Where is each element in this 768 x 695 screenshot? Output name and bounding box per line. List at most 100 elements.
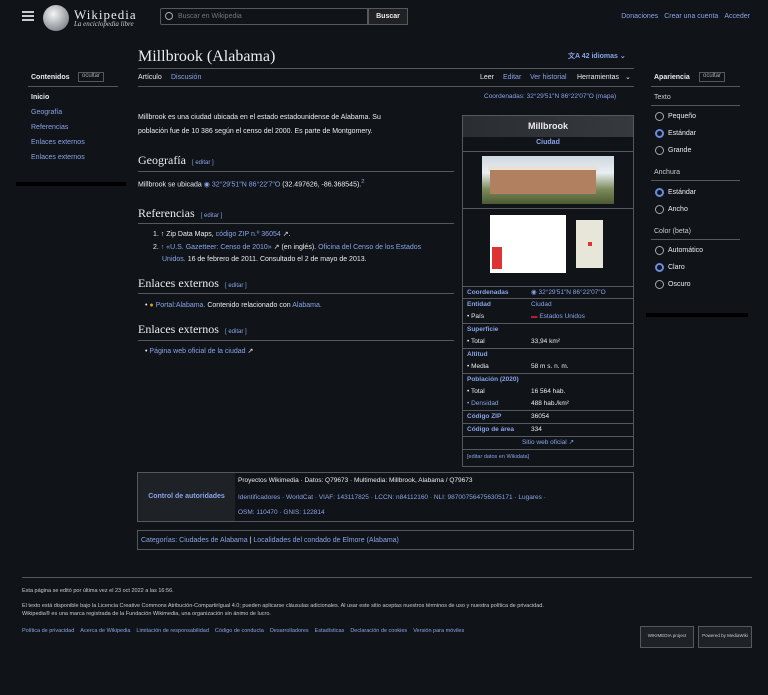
ib-label-total-area: • Total xyxy=(467,338,485,345)
ref-link[interactable]: Oficina del Censo de los Estados xyxy=(318,244,421,251)
geo-coords-link[interactable]: 32°29′51″N 86°22′7″O xyxy=(212,181,280,188)
toc-hide-button[interactable]: ocultar xyxy=(78,72,105,82)
official-site-link[interactable]: Página web oficial de la ciudad xyxy=(149,348,245,355)
toc-item-enlaces-1[interactable]: Enlaces externos xyxy=(31,138,85,147)
divider xyxy=(463,449,633,450)
search-placeholder: Buscar en Wikipedia xyxy=(178,13,242,20)
edit-link[interactable]: [ editar ] xyxy=(225,283,247,289)
tab-articulo[interactable]: Artículo xyxy=(138,73,162,82)
divider xyxy=(651,239,740,240)
geo-text: Millbrook se ubicada ◉ 32°29′51″N 86°22′… xyxy=(138,179,456,189)
tab-discusion[interactable]: Discusión xyxy=(171,73,201,82)
ib-label-entidad: Entidad xyxy=(467,301,491,308)
language-button[interactable]: 文A 42 idiomas ⌄ xyxy=(568,52,626,61)
divider xyxy=(138,293,454,294)
radio-large[interactable] xyxy=(655,146,664,155)
ref-link[interactable]: ↑ «U.S. Gazetteer: Censo de 2010» xyxy=(161,244,272,251)
coordinates-top[interactable]: Coordenadas: 32°29′51″N 86°22′07″O (mapa… xyxy=(484,93,616,101)
edit-link[interactable]: [ editar ] xyxy=(225,329,247,335)
ib-label-zip: Código ZIP xyxy=(467,413,502,420)
tab-editar[interactable]: Editar xyxy=(503,73,521,82)
ib-value-pop: 16 564 hab. xyxy=(531,388,566,395)
footer-link[interactable]: Declaración de cookies xyxy=(350,628,407,634)
divider xyxy=(138,171,454,172)
authority-row-2[interactable]: Identificadores · WorldCat · VIAF: 14311… xyxy=(238,494,546,502)
divider xyxy=(651,180,740,181)
wikipedia-globe-logo[interactable] xyxy=(43,5,69,31)
ib-coords-text: 32°29′51″N 86°22′07″O xyxy=(538,289,606,296)
footer-link[interactable]: Acerca de Wikipedia xyxy=(80,628,130,634)
toc-item-geografia[interactable]: Geografía xyxy=(31,108,62,117)
login-link[interactable]: Acceder xyxy=(724,13,750,20)
ib-value-entidad[interactable]: Ciudad xyxy=(531,301,552,309)
heading-enlaces-2: Enlaces externos [ editar ] xyxy=(138,322,247,338)
edit-link[interactable]: [ editar ] xyxy=(192,160,214,166)
heading-text: Enlaces externos xyxy=(138,322,219,336)
ib-website-link[interactable]: Sitio web oficial ↗ xyxy=(463,439,633,447)
footer-link[interactable]: Política de privacidad xyxy=(22,628,74,634)
chevron-down-icon[interactable]: ⌄ xyxy=(625,73,631,82)
donate-link[interactable]: Donaciones xyxy=(621,13,658,20)
footer-link[interactable]: Desarrolladores xyxy=(270,628,309,634)
logo-tagline: La enciclopedia libre xyxy=(74,20,134,28)
edit-label: editar xyxy=(203,213,219,219)
ref-link[interactable]: código ZIP n.º 36054 xyxy=(216,231,281,238)
ref-num: 2. xyxy=(153,244,159,251)
wikimedia-badge[interactable]: WIKIMEDIA project xyxy=(640,626,694,648)
radio-color-light[interactable] xyxy=(655,263,664,272)
divider xyxy=(463,410,633,411)
ref-text: (en inglés). xyxy=(281,244,317,251)
intro-line-1: Millbrook es una ciudad ubicada en el es… xyxy=(138,114,381,121)
tab-herramientas[interactable]: Herramientas xyxy=(577,73,619,82)
divider xyxy=(138,340,454,341)
footer-link[interactable]: Estadísticas xyxy=(315,628,345,634)
appearance-hide-button[interactable]: ocultar xyxy=(699,72,726,82)
tab-historial[interactable]: Ver historial xyxy=(530,73,567,82)
authority-control-label[interactable]: Control de autoridades xyxy=(138,473,235,521)
category-link[interactable]: Localidades del condado de Elmore (Alaba… xyxy=(253,537,399,544)
ib-value-coords[interactable]: ◉ 32°29′51″N 86°22′07″O xyxy=(531,289,606,297)
heading-enlaces-1: Enlaces externos [ editar ] xyxy=(138,276,247,292)
ib-value-densidad: 488 hab./km² xyxy=(531,400,569,407)
footer-link[interactable]: Código de conducta xyxy=(215,628,264,634)
divider xyxy=(463,373,633,374)
page-title: Millbrook (Alabama) xyxy=(138,48,276,65)
ib-label-altitud: Altitud xyxy=(467,351,488,358)
footer-link[interactable]: Versión para móviles xyxy=(413,628,464,634)
toc-item-inicio[interactable]: Inicio xyxy=(31,93,49,102)
authority-row-3[interactable]: OSM: 110470 · GNIS: 122814 xyxy=(238,509,325,517)
create-account-link[interactable]: Crear una cuenta xyxy=(664,13,718,20)
infobox-subtitle[interactable]: Ciudad xyxy=(463,138,633,147)
edit-link[interactable]: [ editar ] xyxy=(201,213,223,219)
radio-label: Ancho xyxy=(668,206,688,213)
radio-small[interactable] xyxy=(655,112,664,121)
main-menu-button[interactable] xyxy=(22,11,34,21)
divider xyxy=(463,436,633,437)
alabama-link[interactable]: Alabama. xyxy=(292,302,322,309)
mediawiki-badge[interactable]: Powered by MediaWiki xyxy=(698,626,752,648)
tab-leer[interactable]: Leer xyxy=(480,73,494,82)
footer-links: Política de privacidad Acerca de Wikipedi… xyxy=(22,628,470,635)
heading-referencias: Referencias [ editar ] xyxy=(138,206,222,222)
footnote-ref[interactable]: 2 xyxy=(361,179,364,185)
heading-geografia: Geografía [ editar ] xyxy=(138,153,214,169)
radio-color-auto[interactable] xyxy=(655,246,664,255)
radio-width-wide[interactable] xyxy=(655,205,664,214)
ref-link[interactable]: Unidos. xyxy=(162,256,186,263)
radio-width-standard[interactable] xyxy=(655,188,664,197)
ref-text: 16 de febrero de 2011. Consultado el 2 d… xyxy=(187,256,367,263)
toc-item-enlaces-2[interactable]: Enlaces externos xyxy=(31,153,85,162)
radio-standard[interactable] xyxy=(655,129,664,138)
toc-item-referencias[interactable]: Referencias xyxy=(31,123,68,132)
category-link[interactable]: Ciudades de Alabama xyxy=(179,537,248,544)
appearance-title: Apariencia xyxy=(654,74,690,81)
radio-color-dark[interactable] xyxy=(655,280,664,289)
search-button[interactable]: Buscar xyxy=(368,8,408,25)
ib-label-densidad[interactable]: • Densidad xyxy=(467,400,499,408)
footer-link[interactable]: Limitación de responsabilidad xyxy=(136,628,208,634)
ib-value-pais[interactable]: ▬ Estados Unidos xyxy=(531,313,585,321)
categories-label[interactable]: Categorías: xyxy=(141,537,177,544)
portal-link[interactable]: Portal:Alabama. xyxy=(156,302,206,309)
intro-line-2: población fue de 10 386 según el censo d… xyxy=(138,128,373,135)
ib-edit-wikidata[interactable]: [editar datos en Wikidata] xyxy=(467,454,529,461)
